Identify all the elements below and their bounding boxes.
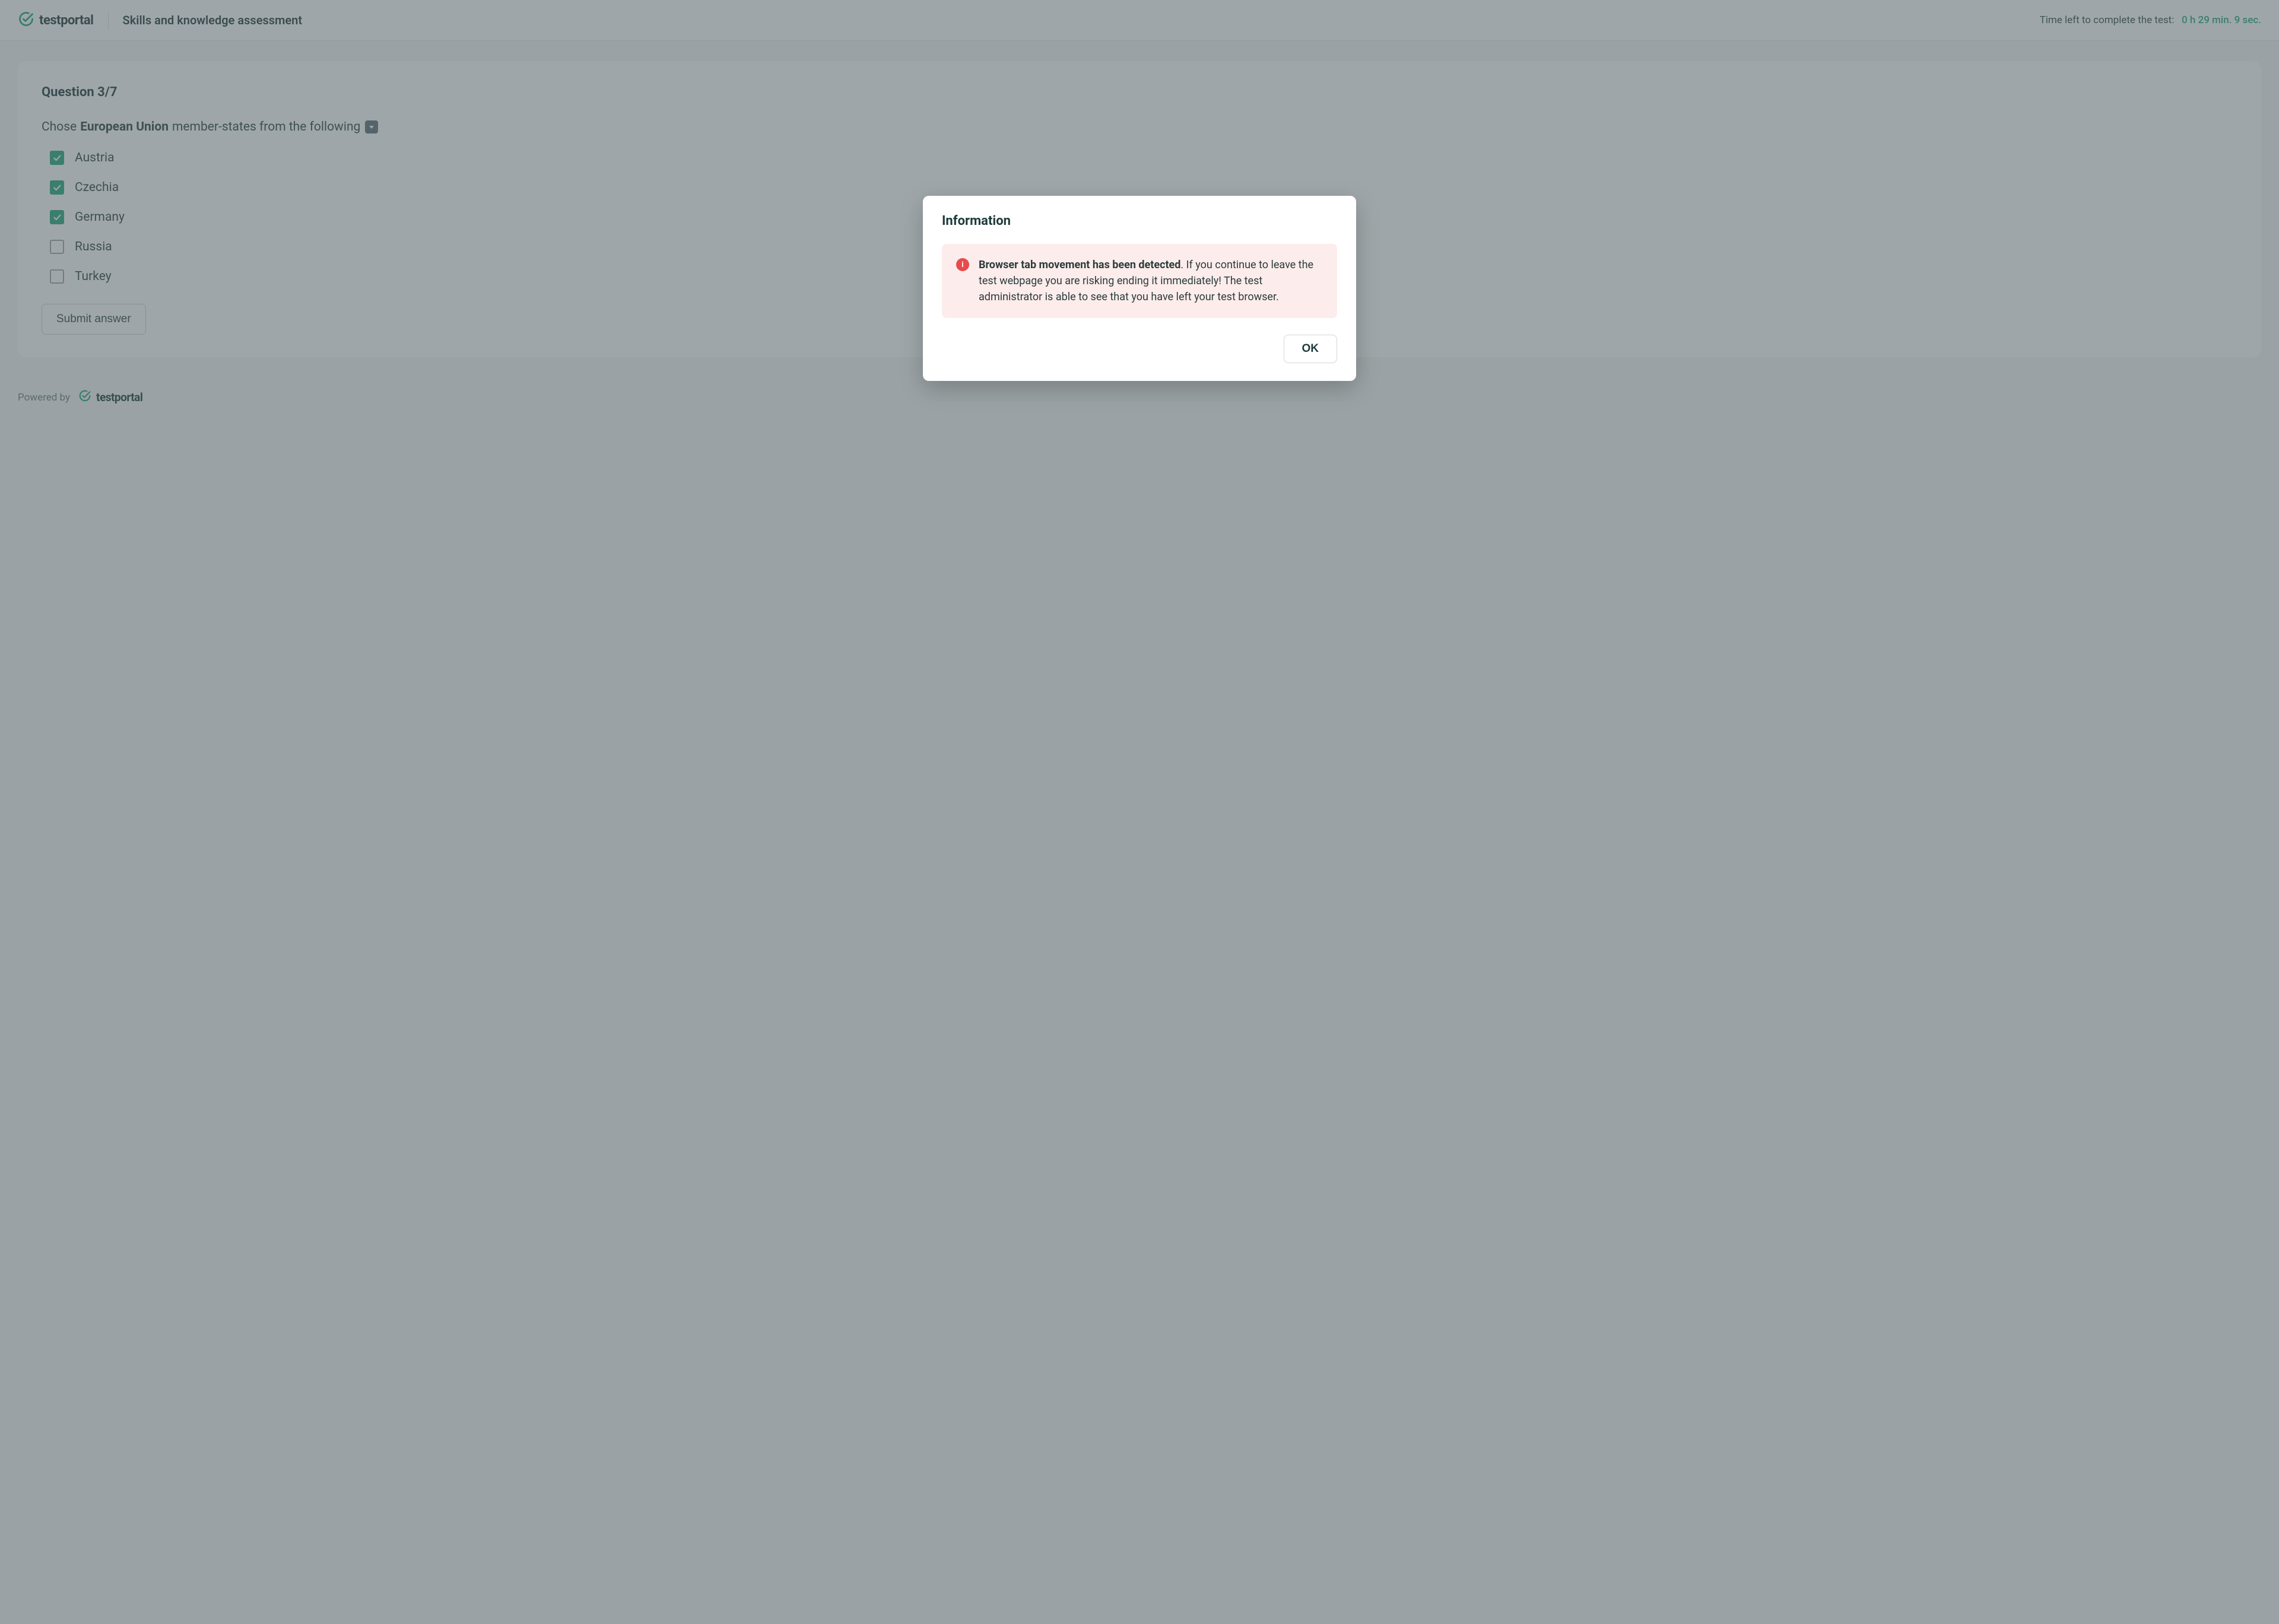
ok-button[interactable]: OK (1284, 335, 1338, 363)
info-modal: Information i Browser tab movement has b… (923, 196, 1356, 381)
alert-box: i Browser tab movement has been detected… (942, 244, 1337, 318)
alert-text-strong: Browser tab movement has been detected (979, 259, 1180, 271)
alert-icon: i (956, 258, 969, 271)
modal-actions: OK (942, 335, 1337, 363)
alert-text: Browser tab movement has been detected. … (979, 257, 1323, 305)
modal-title: Information (942, 214, 1337, 228)
modal-overlay[interactable]: Information i Browser tab movement has b… (0, 0, 2279, 1624)
